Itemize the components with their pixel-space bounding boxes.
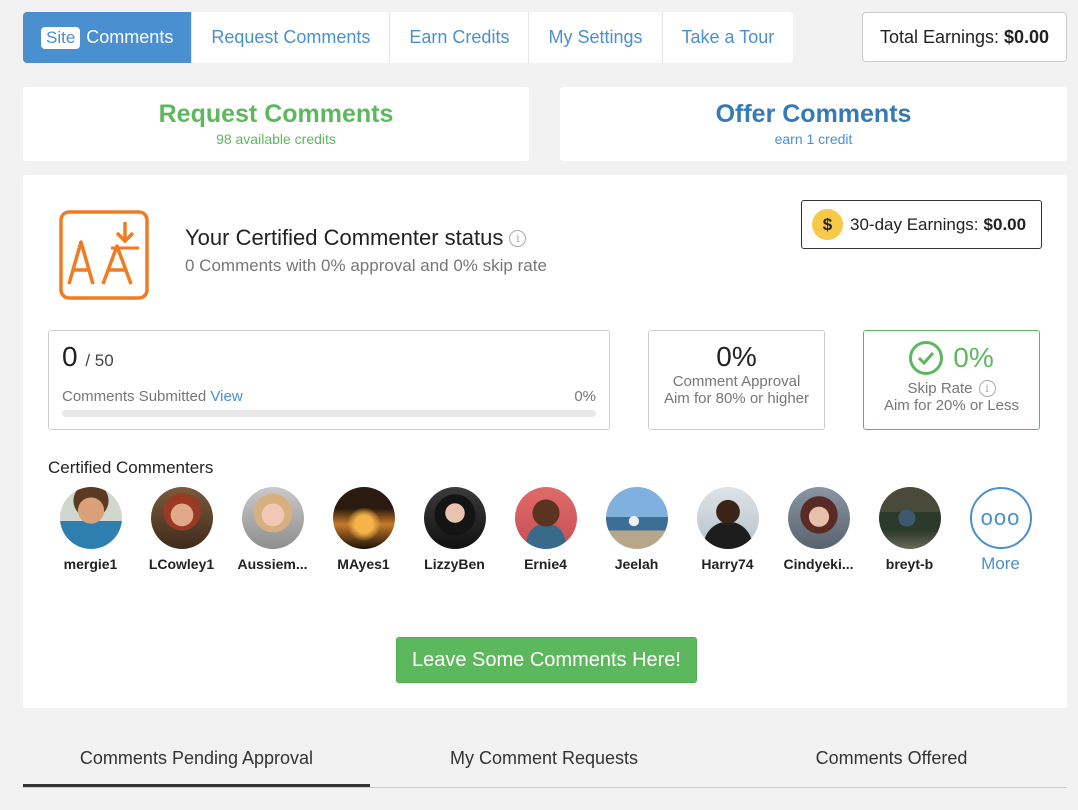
commenter-name: Cindyeki... (783, 556, 854, 572)
progress-count: 0 / 50 (62, 341, 114, 373)
tab-label: Comments (86, 27, 174, 47)
commenter-item[interactable]: LCowley1 (136, 487, 227, 574)
total-earnings-value: $0.00 (1004, 26, 1050, 47)
skip-value: 0% (953, 342, 994, 373)
progress-label: Comments Submitted (62, 388, 207, 405)
tab-take-a-tour[interactable]: Take a Tour (663, 12, 794, 63)
info-icon[interactable]: i (978, 380, 996, 397)
offer-comments-button[interactable]: Offer Comments earn 1 credit (560, 87, 1067, 161)
avatar (696, 487, 759, 549)
commenter-name: LCowley1 (148, 556, 215, 572)
avatar (514, 487, 577, 549)
certified-commenters-list: mergie1 LCowley1 Aussiem... MAyes1 Lizzy… (45, 487, 1046, 574)
more-dots-icon: ooo (969, 487, 1032, 549)
thirty-day-earnings-label: 30-day Earnings: (850, 214, 979, 234)
tab-my-settings[interactable]: My Settings (529, 12, 663, 63)
avatar (59, 487, 122, 549)
commenter-item[interactable]: Cindyeki... (773, 487, 864, 574)
commenter-item[interactable]: Aussiem... (227, 487, 318, 574)
skip-hint: Aim for 20% or Less (883, 397, 1020, 414)
certified-commenters-heading: Certified Commenters (48, 458, 214, 477)
more-commenters-button[interactable]: ooo More (955, 487, 1046, 574)
status-summary: 0 Comments with 0% approval and 0% skip … (185, 256, 547, 275)
tab-earn-credits[interactable]: Earn Credits (390, 12, 530, 63)
commenter-name: breyt-b (885, 556, 934, 572)
site-badge: Site (41, 26, 81, 49)
comment-approval-box: 0% Comment Approval Aim for 80% or highe… (648, 330, 825, 430)
commenter-item[interactable]: Jeelah (591, 487, 682, 574)
skip-rate-box: 0% Skip Rate i Aim for 20% or Less (863, 330, 1040, 430)
view-comments-link[interactable]: View (210, 388, 242, 405)
avatar (605, 487, 668, 549)
commenter-item[interactable]: LizzyBen (409, 487, 500, 574)
dollar-coin-icon: $ (812, 209, 843, 240)
avatar (878, 487, 941, 549)
total-earnings-label: Total Earnings: (879, 26, 1000, 47)
commenter-name: MAyes1 (337, 556, 390, 572)
comments-progress-box: 0 / 50 Comments Submitted View 0% (48, 330, 610, 430)
avatar (423, 487, 486, 549)
available-credits: 98 available credits (216, 131, 336, 147)
avatar (787, 487, 850, 549)
skip-value-row: 0% (864, 341, 1039, 375)
commenter-item[interactable]: MAyes1 (318, 487, 409, 574)
skip-label-row: Skip Rate i (864, 380, 1039, 397)
tab-my-comment-requests[interactable]: My Comment Requests (370, 733, 718, 787)
avatar (150, 487, 213, 549)
progress-label-row: Comments Submitted View (62, 388, 243, 405)
commenter-item[interactable]: mergie1 (45, 487, 136, 574)
status-title: Your Certified Commenter status (185, 225, 504, 250)
tab-comments-offered[interactable]: Comments Offered (718, 733, 1065, 787)
progress-bar (62, 410, 596, 417)
commenter-item[interactable]: Ernie4 (500, 487, 591, 574)
thirty-day-earnings-box: $ 30-day Earnings: $0.00 (801, 200, 1042, 249)
skip-label: Skip Rate (907, 380, 973, 397)
offer-comments-title: Offer Comments (715, 100, 912, 128)
request-comments-title: Request Comments (158, 100, 394, 128)
status-title-row: Your Certified Commenter status i (185, 225, 527, 251)
info-icon[interactable]: i (509, 229, 527, 247)
commenter-name: Ernie4 (524, 556, 567, 572)
commenter-name: Aussiem... (237, 556, 308, 572)
more-label: More (981, 554, 1020, 573)
tab-site-comments[interactable]: Site Comments (23, 12, 193, 63)
bottom-tabs: Comments Pending Approval My Comment Req… (23, 733, 1067, 788)
top-nav: Site Comments Request Comments Earn Cred… (23, 12, 794, 63)
commenter-name: Harry74 (701, 556, 754, 572)
commenter-name: mergie1 (63, 556, 118, 572)
avatar (241, 487, 304, 549)
progress-goal: / 50 (85, 351, 114, 370)
certified-status-panel: Your Certified Commenter status i 0 Comm… (23, 175, 1067, 708)
approval-hint: Aim for 80% or higher (663, 390, 810, 407)
total-earnings-box: Total Earnings: $0.00 (862, 12, 1067, 62)
certified-commenter-logo-icon (59, 210, 149, 300)
progress-current: 0 (62, 341, 78, 372)
approval-label: Comment Approval (672, 373, 801, 390)
avatar (332, 487, 395, 549)
commenter-name: LizzyBen (424, 556, 485, 572)
tab-request-comments[interactable]: Request Comments (192, 12, 391, 63)
commenter-item[interactable]: Harry74 (682, 487, 773, 574)
leave-comments-button[interactable]: Leave Some Comments Here! (396, 637, 697, 683)
tab-comments-pending-approval[interactable]: Comments Pending Approval (23, 733, 370, 787)
commenter-name: Jeelah (614, 556, 659, 572)
commenter-item[interactable]: breyt-b (864, 487, 955, 574)
request-comments-button[interactable]: Request Comments 98 available credits (23, 87, 529, 161)
earn-credit-note: earn 1 credit (774, 131, 853, 147)
progress-percent: 0% (574, 388, 596, 405)
thirty-day-earnings-value: $0.00 (983, 214, 1027, 234)
checkmark-circle-icon (909, 341, 944, 375)
approval-value: 0% (716, 341, 757, 372)
